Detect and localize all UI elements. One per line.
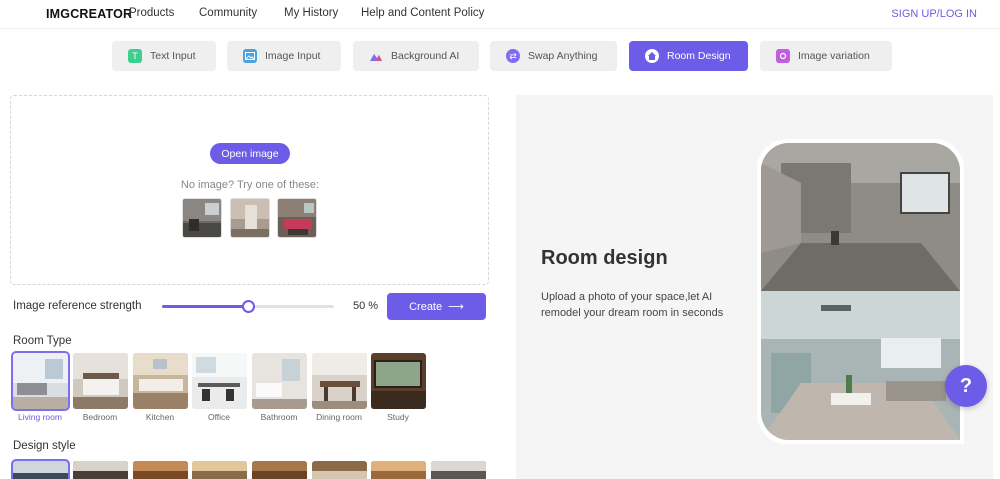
tab-text-input[interactable]: T Text Input [112,41,216,71]
room-option-living-room[interactable] [11,351,70,411]
nav-link-my-history[interactable]: My History [284,7,338,19]
tab-label: Text Input [150,50,196,62]
style-option[interactable] [431,461,486,479]
help-button[interactable]: ? [945,365,987,407]
room-label: Bathroom [260,412,298,422]
strength-slider[interactable] [162,300,334,313]
sample-image-1[interactable] [182,198,222,238]
room-option-bathroom[interactable] [252,353,307,409]
room-label: Kitchen [145,412,175,422]
create-label: Create [409,300,443,313]
tab-room-design[interactable]: Room Design [629,41,748,71]
tab-label: Swap Anything [528,50,598,62]
tab-background-ai[interactable]: Background AI [353,41,479,71]
room-label: Dining room [316,412,362,422]
create-button[interactable]: Create ⟶ [387,293,486,320]
slider-fill [162,305,248,308]
room-option-dining-room[interactable] [312,353,367,409]
style-option[interactable] [252,461,307,479]
sample-image-2[interactable] [230,198,270,238]
sample-image-3[interactable] [277,198,317,238]
sample-hint: No image? Try one of these: [180,179,320,191]
hero-description: Upload a photo of your space,let AI remo… [541,291,724,319]
nav-link-products[interactable]: Products [129,7,174,19]
room-option-kitchen[interactable] [133,353,188,409]
strength-value: 50 % [353,300,379,312]
room-label: Bedroom [82,412,118,422]
strength-label: Image reference strength [13,300,142,312]
slider-handle[interactable] [242,300,255,313]
swap-icon: ⇄ [506,49,520,63]
logo[interactable]: IMGCREATOR [46,7,132,21]
signup-login-link[interactable]: SIGN UP/LOG IN [891,8,977,20]
image-icon [243,49,257,63]
room-option-bedroom[interactable] [73,353,128,409]
tab-label: Room Design [667,50,731,62]
tab-swap-anything[interactable]: ⇄ Swap Anything [490,41,617,71]
room-label: Office [207,412,231,422]
text-icon: T [128,49,142,63]
style-option[interactable] [133,461,188,479]
style-option[interactable] [371,461,426,479]
room-label: Living room [18,412,62,422]
style-option[interactable] [11,459,70,479]
top-navigation: IMGCREATOR Products Community My History… [0,0,1000,29]
tab-label: Image variation [798,50,870,62]
mountain-icon [369,49,383,63]
before-after-image [757,139,964,444]
design-style-title: Design style [13,440,76,452]
style-option[interactable] [192,461,247,479]
house-icon [645,49,659,63]
room-option-study[interactable] [371,353,426,409]
nav-link-help[interactable]: Help and Content Policy [361,7,484,19]
room-type-title: Room Type [13,335,72,347]
hero-title: Room design [541,247,668,269]
arrow-right-icon: ⟶ [448,301,464,313]
tab-image-variation[interactable]: Image variation [760,41,892,71]
style-option[interactable] [312,461,367,479]
nav-link-community[interactable]: Community [199,7,257,19]
room-label: Study [387,412,409,422]
tab-label: Image Input [265,50,321,62]
open-image-button[interactable]: Open image [210,143,290,164]
variation-icon [776,49,790,63]
room-option-office[interactable] [192,353,247,409]
style-option[interactable] [73,461,128,479]
tab-label: Background AI [391,50,460,62]
tab-image-input[interactable]: Image Input [227,41,341,71]
